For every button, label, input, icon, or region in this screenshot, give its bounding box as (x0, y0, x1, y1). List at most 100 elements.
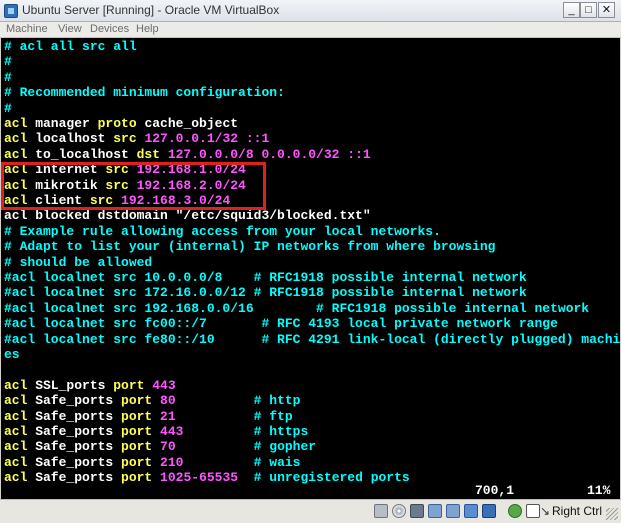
terminal-text: acl (4, 146, 28, 162)
terminal-text: acl (4, 131, 28, 147)
terminal-text: # should be allowed (4, 254, 153, 270)
terminal-text: #acl localnet src 10.0.0.0/8 # RFC1918 p… (4, 270, 527, 285)
optical-drive-icon[interactable] (392, 504, 406, 518)
terminal-text: # (4, 54, 12, 70)
terminal-line: acl Safe_ports port 210 # wais (4, 455, 301, 470)
terminal-text: manager (27, 116, 98, 131)
menu-bar: Machine View Devices Help (0, 22, 621, 38)
terminal-text: #acl localnet src 192.168.0.0/16 # RFC19… (4, 300, 590, 316)
terminal-text: # Example rule allowing access from your… (4, 223, 441, 239)
minimize-button[interactable]: _ (563, 2, 580, 18)
hard-disk-icon[interactable] (374, 504, 388, 518)
terminal-line: #acl localnet src 192.168.0.0/16 # RFC19… (4, 301, 589, 316)
virtualbox-icon (4, 4, 18, 18)
window-titlebar[interactable]: Ubuntu Server [Running] - Oracle VM Virt… (0, 0, 621, 22)
terminal-text: src (113, 131, 137, 147)
terminal-text: proto (97, 116, 137, 131)
terminal-line: acl to_localhost dst 127.0.0.0/8 0.0.0.0… (4, 147, 371, 162)
terminal-text: acl (4, 424, 28, 439)
terminal-text: # gopher (175, 439, 317, 455)
terminal-text: port (121, 454, 153, 470)
terminal-line: # acl all src all (4, 39, 137, 54)
terminal-line: # (4, 54, 12, 69)
terminal-text: acl (4, 116, 28, 131)
terminal-line: acl blocked dstdomain "/etc/squid3/block… (4, 208, 371, 223)
terminal-text: # unregistered ports (238, 470, 410, 486)
terminal-line: #acl localnet src 10.0.0.0/8 # RFC1918 p… (4, 270, 527, 285)
terminal-line: acl Safe_ports port 80 # http (4, 393, 300, 408)
terminal-text: 210 (152, 454, 184, 470)
terminal-text: # https (183, 424, 309, 439)
terminal-line: acl SSL_ports port 443 (4, 378, 176, 393)
terminal-text: to_localhost (27, 146, 137, 162)
terminal-line: acl localhost src 127.0.0.1/32 ::1 (4, 131, 269, 146)
status-bar: ↘ Right Ctrl (0, 499, 621, 523)
terminal-text: Safe_ports (27, 408, 122, 424)
host-key-label: Right Ctrl (552, 504, 603, 518)
terminal-line: acl Safe_ports port 443 # https (4, 424, 308, 439)
menu-machine[interactable]: Machine (6, 23, 48, 35)
window-title: Ubuntu Server [Running] - Oracle VM Virt… (22, 3, 280, 17)
menu-help[interactable]: Help (136, 23, 159, 35)
terminal-line: # should be allowed (4, 255, 152, 270)
terminal-text: Safe_ports (27, 454, 122, 470)
network-icon[interactable] (428, 504, 442, 518)
terminal-text: # (4, 100, 12, 116)
terminal-line: #acl localnet src 172.16.0.0/12 # RFC191… (4, 285, 527, 300)
terminal-text: acl (4, 408, 28, 424)
terminal-text: SSL_ports (27, 377, 114, 393)
mouse-integration-icon[interactable] (526, 504, 540, 518)
mouse-capture-icon[interactable] (508, 504, 522, 518)
terminal-text: port (113, 377, 145, 393)
terminal-text: port (121, 439, 153, 455)
network-icon[interactable] (446, 504, 460, 518)
menu-devices[interactable]: Devices (90, 23, 129, 35)
terminal-text: # acl all src all (4, 39, 137, 54)
terminal-line: # Adapt to list your (internal) IP netwo… (4, 239, 495, 254)
terminal-text: 21 (152, 408, 176, 424)
maximize-button[interactable]: □ (580, 2, 597, 18)
terminal-line: # Example rule allowing access from your… (4, 224, 441, 239)
vm-screen[interactable]: # acl all src all # # # Recommended minimum… (1, 38, 620, 499)
menu-view[interactable]: View (58, 23, 82, 35)
terminal-text: #acl localnet src fc00::/7 # RFC 4193 lo… (4, 316, 558, 332)
terminal-text: Safe_ports (27, 393, 122, 409)
terminal-text: acl blocked dstdomain "/etc/squid3/block… (4, 208, 371, 224)
terminal-text: 127.0.0.0/8 0.0.0.0/32 ::1 (160, 146, 371, 162)
terminal-text: # (4, 69, 12, 85)
terminal-text: # http (175, 393, 301, 409)
terminal-text: 70 (152, 439, 176, 455)
terminal-text: acl (4, 454, 28, 470)
terminal-text: #acl localnet src 172.16.0.0/12 # RFC191… (4, 285, 527, 301)
terminal-text: cache_object (136, 116, 239, 131)
terminal-line: # (4, 101, 12, 116)
terminal-text: acl (4, 470, 28, 486)
terminal-text: Safe_ports (27, 470, 122, 486)
terminal-text: port (121, 393, 153, 409)
terminal-text: # ftp (175, 408, 293, 424)
terminal-text: port (121, 408, 153, 424)
terminal-text: # Adapt to list your (internal) IP netwo… (4, 239, 496, 255)
terminal-text: 443 (144, 377, 176, 393)
terminal-text: 80 (152, 393, 176, 409)
terminal-text: 443 (152, 424, 184, 439)
arrow-icon: ↘ (540, 504, 551, 518)
terminal-text: localhost (27, 131, 114, 147)
terminal-text: #acl localnet src fe80::/10 # RFC 4291 l… (4, 331, 620, 347)
terminal-line: #acl localnet src fc00::/7 # RFC 4193 lo… (4, 316, 558, 331)
resize-grip-icon[interactable] (606, 508, 618, 520)
terminal-line: acl Safe_ports port 70 # gopher (4, 439, 316, 454)
terminal-line: acl manager proto cache_object (4, 116, 238, 131)
display-icon[interactable] (482, 504, 496, 518)
terminal-line: acl Safe_ports port 1025-65535 # unregis… (4, 470, 410, 485)
shared-folders-icon[interactable] (464, 504, 478, 518)
usb-icon[interactable] (410, 504, 424, 518)
terminal-line: es (4, 347, 20, 362)
terminal-text: 1025-65535 (152, 470, 239, 486)
terminal-text: port (121, 470, 153, 486)
terminal-text: 127.0.0.1/32 ::1 (136, 131, 270, 147)
close-button[interactable]: ✕ (598, 2, 615, 18)
scroll-percent: 11% (587, 483, 611, 498)
terminal-text: port (121, 424, 153, 439)
terminal-line: #acl localnet src fe80::/10 # RFC 4291 l… (4, 332, 620, 347)
